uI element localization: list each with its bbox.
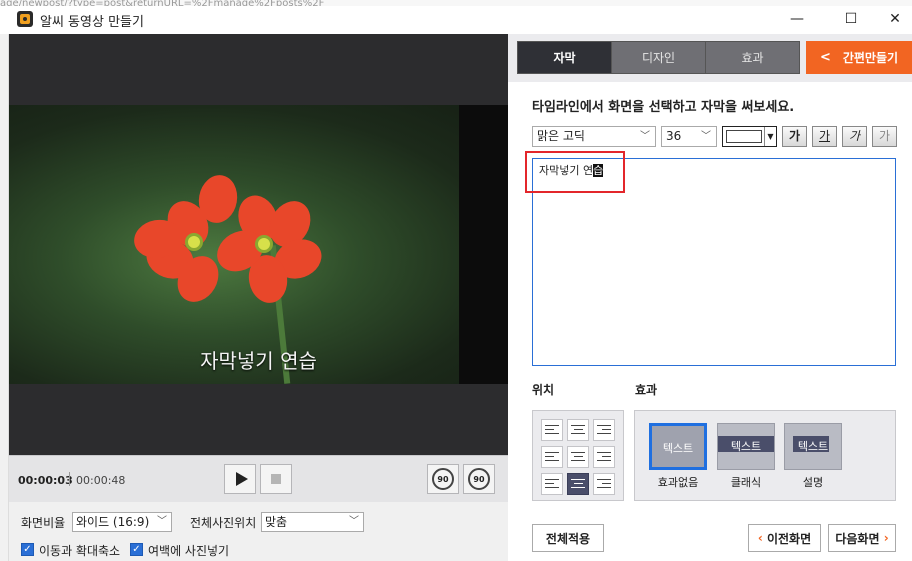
effect-sample-text: 텍스트 <box>662 442 694 455</box>
position-top-center[interactable] <box>567 419 589 441</box>
time-divider <box>69 472 70 486</box>
effect-classic[interactable]: 텍스트 <box>717 423 775 470</box>
effects-panel: 텍스트 효과없음 텍스트 클래식 텍스트 설명 <box>634 410 896 501</box>
caret-down-icon: ▼ <box>764 127 776 146</box>
preview-options: 화면비율 와이드 (16:9) ﹀ 전체사진위치 맞춤 ﹀ ✓ 이동과 확대축소… <box>9 502 508 561</box>
fill-margin-label: 여백에 사진넣기 <box>148 544 230 558</box>
position-grid <box>532 410 624 501</box>
font-size-value: 36 <box>666 129 682 143</box>
photo-position-label: 전체사진위치 <box>190 516 257 530</box>
easy-make-label: 간편만들기 <box>842 51 899 65</box>
prev-screen-button[interactable]: ‹ 이전화면 <box>748 524 821 552</box>
forward-90-icon: 90 <box>468 468 490 490</box>
close-button[interactable]: ✕ <box>872 6 912 32</box>
chevron-down-icon: ﹀ <box>157 516 167 527</box>
chevron-left-icon: ‹ <box>757 531 767 545</box>
maximize-icon: ☐ <box>844 11 858 27</box>
position-middle-left[interactable] <box>541 446 563 468</box>
position-top-left[interactable] <box>541 419 563 441</box>
fill-margin-checkbox[interactable]: ✓ <box>130 543 143 556</box>
bold-button[interactable]: 가 <box>782 126 807 147</box>
effect-sample-text: 텍스트 <box>797 440 829 453</box>
chevron-left-icon: < <box>819 50 831 65</box>
app-icon <box>17 11 33 27</box>
position-label: 위치 <box>532 383 555 397</box>
seek-back-button[interactable]: 90 <box>427 464 459 494</box>
easy-make-button[interactable]: < 간편만들기 <box>806 41 912 74</box>
move-zoom-checkbox[interactable]: ✓ <box>21 543 34 556</box>
italic-button[interactable]: 가 <box>842 126 867 147</box>
text-color-picker[interactable]: ▼ <box>722 126 777 147</box>
minimize-icon: — <box>790 11 804 27</box>
window-title: 알씨 동영상 만들기 <box>40 15 144 30</box>
photo-position-select[interactable]: 맞춤 ﹀ <box>261 512 364 532</box>
total-time: 00:00:48 <box>76 474 126 487</box>
rewind-90-icon: 90 <box>432 468 454 490</box>
maximize-button[interactable]: ☐ <box>828 6 874 32</box>
aspect-ratio-value: 와이드 (16:9) <box>76 515 150 529</box>
position-bottom-left[interactable] <box>541 473 563 495</box>
stop-icon <box>271 474 281 484</box>
position-bottom-center[interactable] <box>567 473 589 495</box>
position-top-right[interactable] <box>593 419 615 441</box>
flower-center <box>255 235 273 253</box>
title-bar: 알씨 동영상 만들기 — ☐ ✕ <box>0 6 912 34</box>
video-preview-panel: 자막넣기 연습 <box>9 34 508 455</box>
minimize-button[interactable]: — <box>774 6 820 32</box>
apply-all-button[interactable]: 전체적용 <box>532 524 604 552</box>
flower-center <box>185 233 203 251</box>
effects-label: 효과 <box>635 383 658 397</box>
next-screen-label: 다음화면 <box>835 531 880 546</box>
position-middle-center[interactable] <box>567 446 589 468</box>
move-zoom-label: 이동과 확대축소 <box>39 544 121 558</box>
tab-effects[interactable]: 효과 <box>706 42 799 73</box>
left-edge-strip <box>0 34 9 561</box>
chevron-down-icon: ﹀ <box>701 131 711 142</box>
aspect-ratio-select[interactable]: 와이드 (16:9) ﹀ <box>72 512 172 532</box>
letterbox-bar <box>459 105 508 384</box>
play-icon <box>235 472 248 486</box>
font-value: 맑은 고딕 <box>537 129 585 143</box>
position-middle-right[interactable] <box>593 446 615 468</box>
effect-none[interactable]: 텍스트 <box>649 423 707 470</box>
font-select[interactable]: 맑은 고딕 ﹀ <box>532 126 656 147</box>
font-size-select[interactable]: 36 ﹀ <box>661 126 717 147</box>
video-frame: 자막넣기 연습 <box>9 105 508 384</box>
chevron-down-icon: ﹀ <box>349 516 359 527</box>
chevron-right-icon: › <box>879 531 889 545</box>
playback-controls: 00:00:03 00:00:48 90 90 <box>9 455 508 502</box>
seek-forward-button[interactable]: 90 <box>463 464 495 494</box>
prev-screen-label: 이전화면 <box>766 531 812 546</box>
shadow-button[interactable]: 가 <box>872 126 897 147</box>
highlight-box <box>525 151 625 193</box>
position-bottom-right[interactable] <box>593 473 615 495</box>
color-swatch <box>726 130 762 143</box>
underline-button[interactable]: 가 <box>812 126 837 147</box>
next-screen-button[interactable]: 다음화면 › <box>828 524 896 552</box>
tab-design[interactable]: 디자인 <box>612 42 706 73</box>
tab-caption[interactable]: 자막 <box>518 42 612 73</box>
stop-button[interactable] <box>260 464 292 494</box>
effect-caption-box[interactable]: 텍스트 <box>784 423 842 470</box>
effect-sample-text: 텍스트 <box>730 440 762 453</box>
photo-position-value: 맞춤 <box>265 515 288 529</box>
play-button[interactable] <box>224 464 256 494</box>
subtitle-overlay: 자막넣기 연습 <box>200 349 317 373</box>
tab-group: 자막 디자인 효과 <box>517 41 800 74</box>
instruction-text: 타임라인에서 화면을 선택하고 자막을 써보세요. <box>532 100 795 115</box>
close-icon: ✕ <box>889 11 901 27</box>
tab-bar: 자막 디자인 효과 < 간편만들기 <box>508 34 912 82</box>
chevron-down-icon: ﹀ <box>640 131 650 142</box>
current-time: 00:00:03 <box>18 474 73 487</box>
aspect-ratio-label: 화면비율 <box>21 516 66 530</box>
effect-caption-label: 설명 <box>802 476 824 489</box>
caption-panel: 자막 디자인 효과 < 간편만들기 타임라인에서 화면을 선택하고 자막을 써보… <box>508 34 912 561</box>
